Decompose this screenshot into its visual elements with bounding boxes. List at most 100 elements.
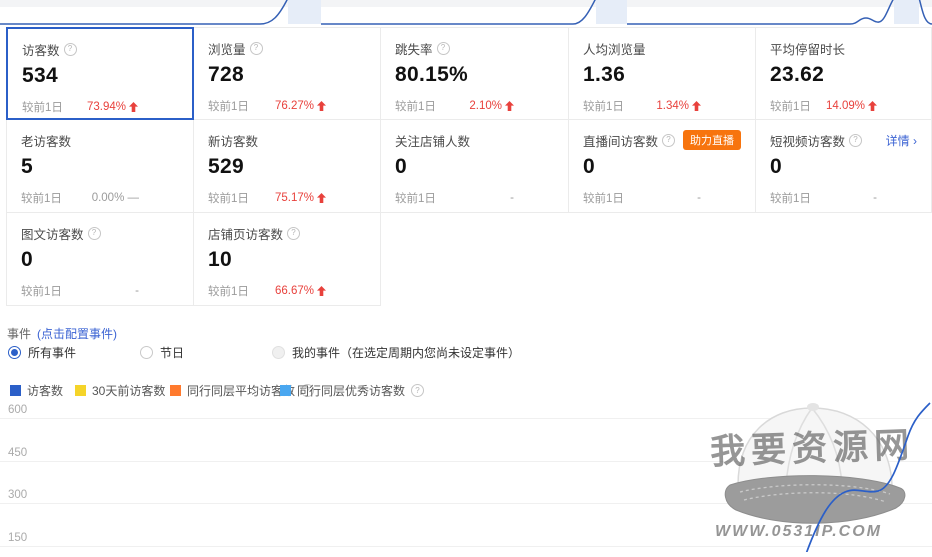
- y-axis-tick: 600: [8, 404, 28, 416]
- info-icon[interactable]: ?: [287, 226, 301, 240]
- metric-value: 1.36: [583, 63, 626, 86]
- area-fill-band: [596, 0, 627, 24]
- event-radio-2[interactable]: 我的事件（在选定周期内您尚未设定事件）: [272, 344, 520, 361]
- info-icon[interactable]: ?: [436, 41, 450, 55]
- change-value: 75.17%: [275, 192, 326, 204]
- metric-card-title-row: 浏览量?: [208, 40, 366, 57]
- metric-card-title-row: 直播间访客数? 助力直播: [583, 130, 741, 150]
- metric-compare-row: 较前1日 66.67%: [208, 283, 366, 299]
- radio-label: 所有事件: [28, 346, 77, 360]
- metric-card-title: 老访客数: [21, 134, 72, 149]
- metric-card-title: 新访客数: [208, 134, 259, 149]
- legend-swatch: [170, 385, 181, 396]
- area-fill-band: [288, 0, 321, 24]
- metric-card-title-row: 新访客数: [208, 132, 366, 149]
- y-axis-tick: 450: [8, 446, 28, 459]
- metric-card[interactable]: 关注店铺人数 0 较前1日 -: [381, 120, 569, 213]
- event-radio-1[interactable]: 节日: [140, 344, 184, 361]
- event-radio-0[interactable]: 所有事件: [8, 344, 76, 361]
- metric-value: 0: [21, 248, 33, 271]
- metric-card-title: 平均停留时长: [770, 42, 846, 57]
- metric-card[interactable]: 新访客数 529 较前1日 75.17%: [194, 120, 381, 213]
- compare-label: 较前1日: [21, 286, 62, 298]
- metric-value: 0: [583, 155, 595, 178]
- metric-card[interactable]: 访客数? 534 较前1日 73.94%: [6, 27, 194, 120]
- grid-row: 150: [0, 532, 932, 547]
- legend-swatch: [280, 385, 291, 396]
- radio-icon[interactable]: [8, 346, 21, 359]
- metric-card-title: 短视频访客数: [770, 134, 846, 149]
- radio-icon[interactable]: [140, 346, 153, 359]
- change-value: 2.10%: [469, 100, 514, 112]
- visitors-chart: 600 450 300 150: [0, 400, 932, 552]
- metric-card[interactable]: 跳失率? 80.15% 较前1日 2.10%: [381, 27, 569, 120]
- info-icon[interactable]: ?: [662, 133, 676, 147]
- change-value: 66.67%: [275, 285, 326, 297]
- configure-events-link[interactable]: (点击配置事件): [37, 325, 117, 342]
- info-icon[interactable]: ?: [249, 41, 263, 55]
- metric-card[interactable]: 平均停留时长 23.62 较前1日 14.09%: [756, 27, 932, 120]
- metric-value: 529: [208, 155, 244, 178]
- metric-value: 0: [770, 155, 782, 178]
- legend-label: 同行同层优秀访客数: [297, 384, 406, 398]
- y-axis-tick: 150: [8, 531, 28, 544]
- metric-card-title: 图文访客数: [21, 227, 84, 242]
- compare-label: 较前1日: [21, 193, 62, 205]
- info-icon[interactable]: ?: [411, 384, 425, 397]
- metric-compare-row: 较前1日 -: [21, 283, 179, 299]
- metric-card[interactable]: 短视频访客数? 详情 › 0 较前1日 -: [756, 120, 932, 213]
- grid-row: 450: [0, 447, 932, 462]
- metric-compare-row: 较前1日 -: [583, 190, 741, 206]
- legend-item[interactable]: 同行同层优秀访客数?: [280, 382, 425, 399]
- metric-card[interactable]: 老访客数 5 较前1日 0.00% —: [6, 120, 194, 213]
- metric-card[interactable]: 人均浏览量 1.36 较前1日 1.34%: [569, 27, 756, 120]
- event-label: 事件: [7, 327, 32, 341]
- metric-compare-row: 较前1日 2.10%: [395, 98, 554, 114]
- metric-value: 728: [208, 63, 244, 86]
- metric-card-title-row: 老访客数: [21, 132, 179, 149]
- grid-row: 600: [0, 404, 932, 419]
- metric-value: 10: [208, 248, 232, 271]
- grid-line: [0, 545, 932, 547]
- metric-card-title-row: 平均停留时长: [770, 40, 917, 57]
- metric-compare-row: 较前1日 -: [395, 190, 554, 206]
- info-icon[interactable]: ?: [63, 42, 77, 56]
- event-section-header: 事件 (点击配置事件): [7, 325, 117, 342]
- grid-row: 300: [0, 489, 932, 504]
- live-boost-button[interactable]: 助力直播: [683, 130, 741, 150]
- grid-line: [0, 460, 932, 462]
- metric-compare-row: 较前1日 75.17%: [208, 190, 366, 206]
- change-value: 76.27%: [275, 100, 326, 112]
- info-icon[interactable]: ?: [87, 226, 101, 240]
- change-value: 0.00% —: [91, 192, 139, 204]
- change-percent: 14.09%: [825, 100, 865, 112]
- metric-card-title-row: 图文访客数?: [21, 225, 179, 242]
- change-value: 1.34%: [656, 100, 701, 112]
- metric-card-title: 店铺页访客数: [208, 227, 284, 242]
- metric-card-title-row: 短视频访客数? 详情 ›: [770, 132, 917, 149]
- change-percent: 76.27%: [274, 100, 314, 112]
- change-value: -: [697, 192, 701, 204]
- compare-label: 较前1日: [208, 193, 249, 205]
- metric-card[interactable]: 浏览量? 728 较前1日 76.27%: [194, 27, 381, 120]
- legend-label: 30天前访客数: [92, 384, 166, 398]
- metric-compare-row: 较前1日 14.09%: [770, 98, 917, 114]
- change-percent: 66.67%: [274, 285, 314, 297]
- grid-line: [0, 418, 932, 419]
- compare-label: 较前1日: [22, 102, 63, 114]
- metric-card-title: 访客数: [22, 43, 60, 58]
- metric-card-title: 跳失率: [395, 42, 433, 57]
- metric-card[interactable]: 店铺页访客数? 10 较前1日 66.67%: [194, 213, 381, 306]
- details-link[interactable]: 详情 ›: [886, 132, 917, 149]
- metric-value: 534: [22, 64, 58, 87]
- legend-item[interactable]: 30天前访客数: [75, 382, 165, 399]
- radio-icon[interactable]: [272, 346, 285, 359]
- legend-item[interactable]: 访客数: [10, 382, 63, 399]
- change-percent: 75.17%: [274, 192, 314, 204]
- info-icon[interactable]: ?: [849, 133, 863, 147]
- area-fill-band: [894, 0, 919, 24]
- metric-card[interactable]: 图文访客数? 0 较前1日 -: [6, 213, 194, 306]
- metric-card[interactable]: 直播间访客数? 助力直播 0 较前1日 -: [569, 120, 756, 213]
- compare-label: 较前1日: [770, 101, 811, 113]
- metric-value: 0: [395, 155, 407, 178]
